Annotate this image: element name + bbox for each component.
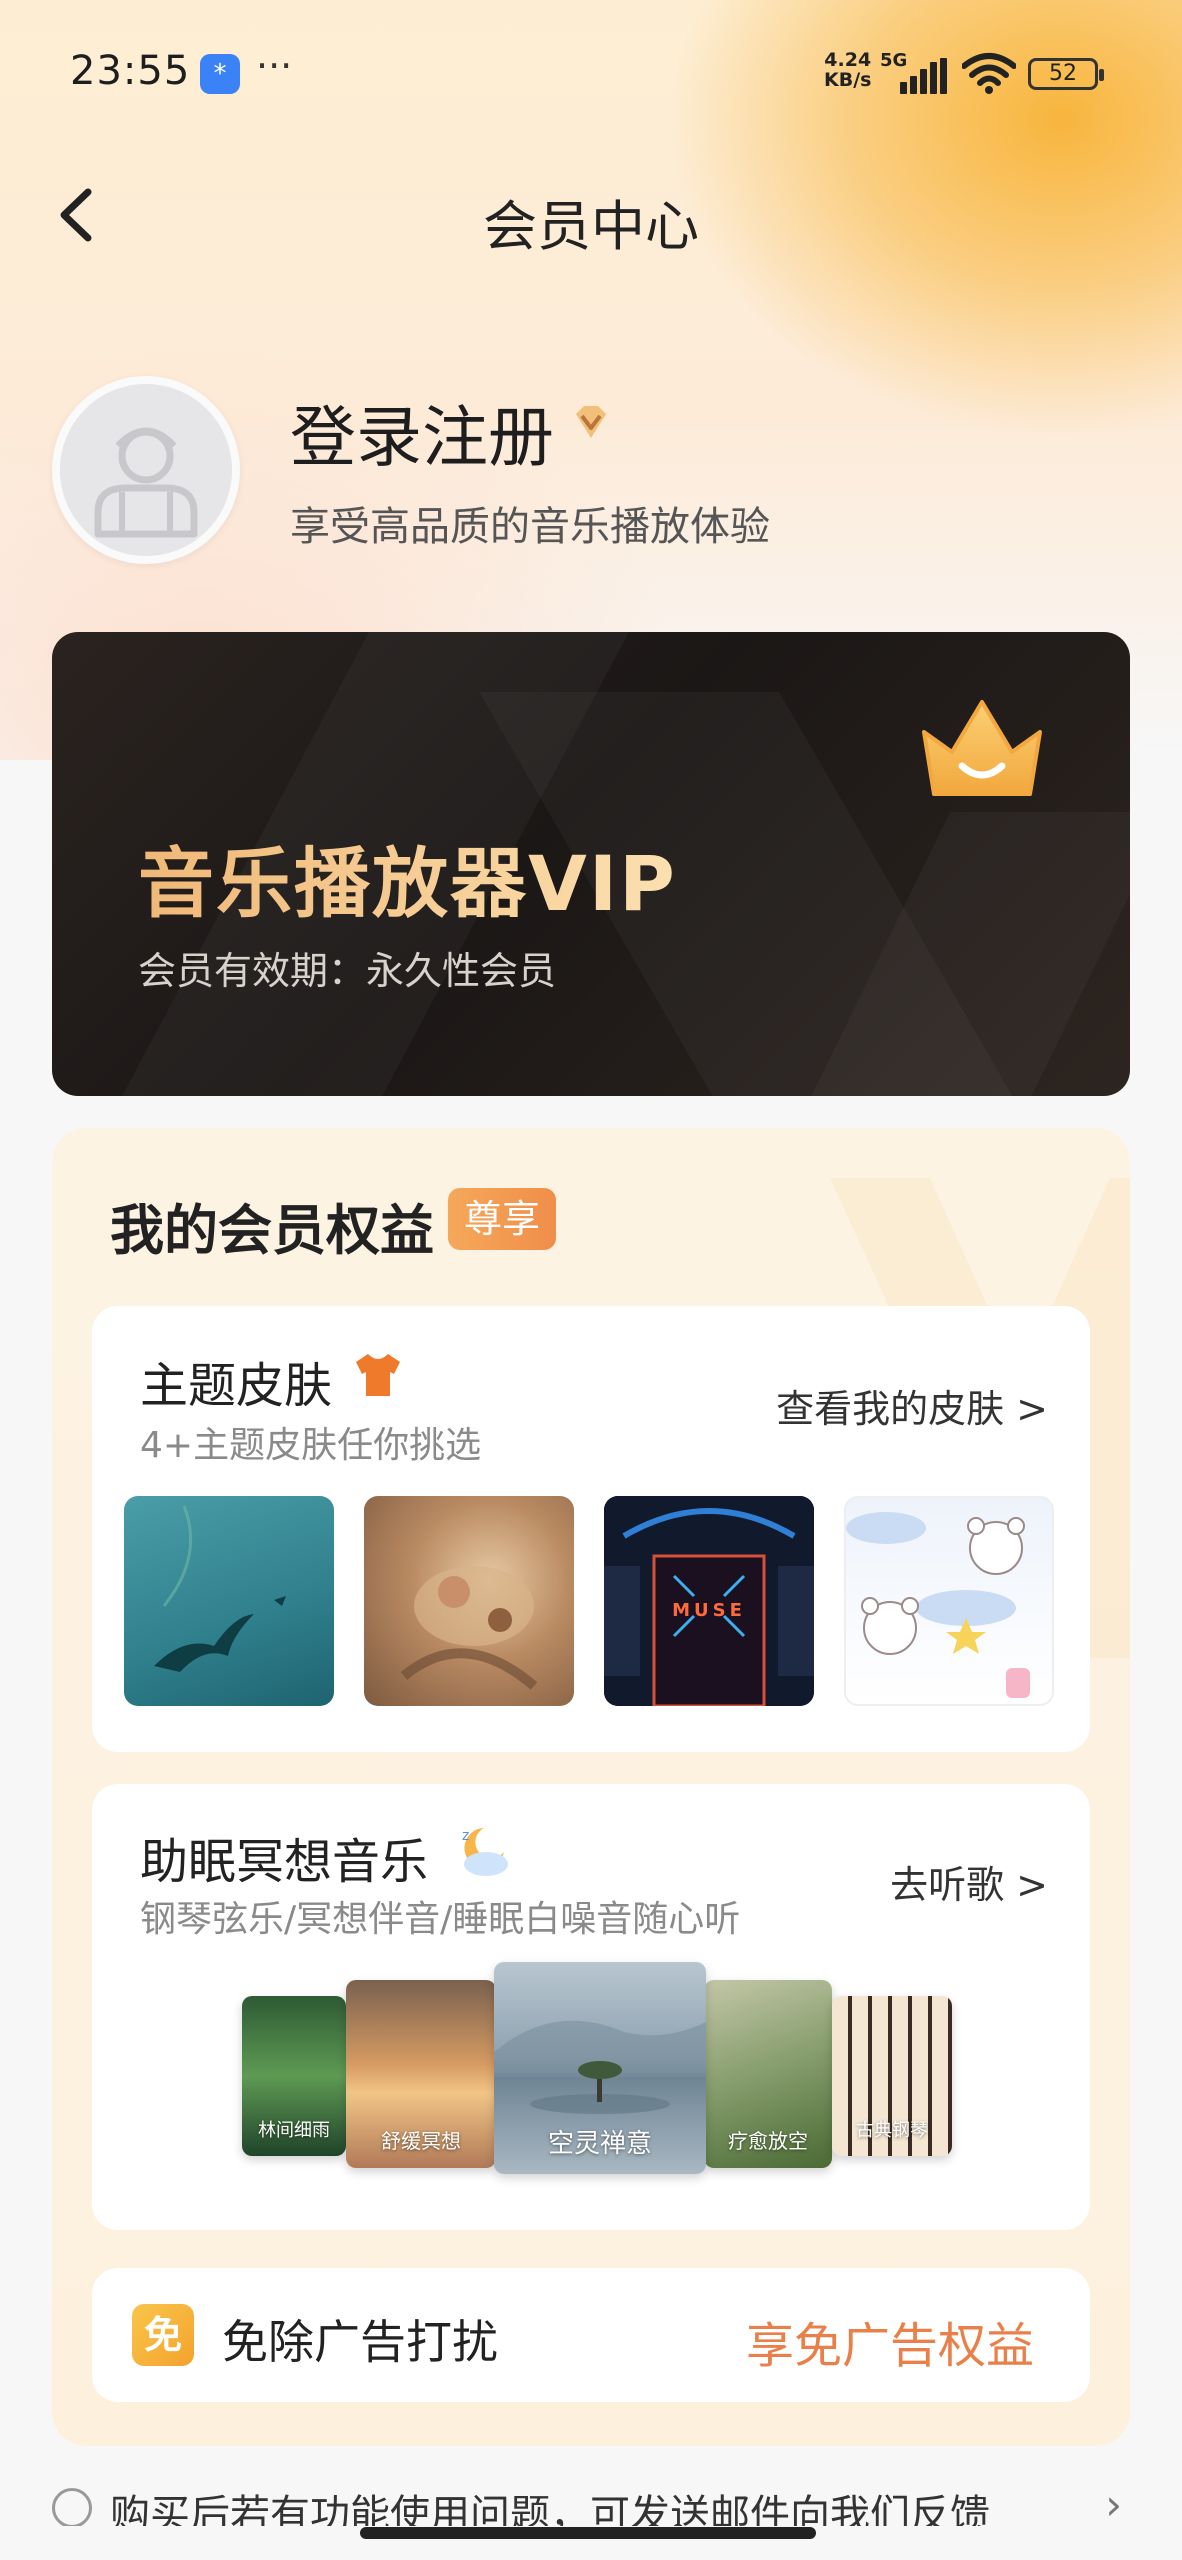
avatar[interactable] — [52, 376, 240, 564]
go-listen-link[interactable]: 去听歌 > — [890, 1854, 1048, 1909]
view-my-skins-link[interactable]: 查看我的皮肤 > — [776, 1378, 1048, 1433]
cover-healing-relax-label: 疗愈放空 — [728, 2129, 808, 2153]
cover-forest-rain[interactable]: 林间细雨 — [242, 1996, 346, 2156]
skin-thumb-bears[interactable] — [844, 1496, 1054, 1706]
ad-free-row[interactable]: 免 免除广告打扰 享免广告权益 — [92, 2268, 1090, 2402]
network-speed-unit: KB/s — [824, 69, 872, 91]
cover-classic-piano-label: 古典钢琴 — [856, 2120, 928, 2141]
cover-soothing-meditation[interactable]: 舒缓冥想 — [346, 1980, 496, 2168]
nav-bar: 会员中心 — [0, 170, 1182, 260]
user-placeholder-icon — [60, 384, 232, 556]
cover-soothing-meditation-label: 舒缓冥想 — [381, 2129, 461, 2153]
tshirt-icon — [356, 1354, 400, 1396]
cover-ethereal-zen[interactable]: 空灵禅意 — [494, 1962, 706, 2174]
battery-icon: 52 — [1028, 58, 1104, 90]
benefits-title: 我的会员权益 — [110, 1199, 434, 1262]
diamond-icon — [576, 406, 606, 438]
cover-ethereal-zen-label: 空灵禅意 — [547, 2129, 652, 2159]
bears-image — [846, 1512, 1030, 1698]
network-speed-value: 4.24 — [824, 49, 872, 71]
theme-skins-subtitle: 4+主题皮肤任你挑选 — [140, 1425, 482, 1466]
swallow-image — [154, 1505, 286, 1672]
muse-text: MUSE — [672, 1600, 746, 1621]
sleep-music-title: 助眠冥想音乐 — [140, 1834, 429, 1890]
ad-free-label: 免除广告打扰 — [222, 2315, 498, 2369]
profile-subtitle: 享受高品质的音乐播放体验 — [290, 504, 770, 550]
theme-skins-title: 主题皮肤 — [140, 1358, 333, 1414]
premium-badge: 尊享 — [448, 1188, 557, 1250]
info-icon — [52, 2488, 92, 2526]
moon-cloud-icon: z — [462, 1828, 508, 1876]
feedback-tip[interactable]: 购买后若有功能使用问题，可发送邮件向我们反馈 › — [52, 2476, 1130, 2526]
sleep-music-subtitle: 钢琴弦乐/冥想伴音/睡眠白噪音随心听 — [140, 1899, 741, 1940]
skin-thumb-painting[interactable] — [364, 1496, 574, 1706]
skin-thumb-swallow[interactable] — [124, 1496, 334, 1706]
login-register-link[interactable]: 登录注册 — [290, 384, 554, 480]
cover-forest-rain-label: 林间细雨 — [258, 2120, 330, 2141]
status-bar: 23:55 * ··· 4.24 KB/s 5G 52 — [0, 0, 1182, 150]
crown-icon — [922, 700, 1042, 796]
classical-painting-image — [400, 1566, 538, 1690]
page-title: 会员中心 — [483, 195, 699, 258]
vip-card: 音乐播放器VIP 会员有效期：永久性会员 — [52, 632, 1130, 1096]
cover-healing-relax[interactable]: 疗愈放空 — [704, 1980, 832, 2168]
network-speed: 4.24 KB/s — [824, 50, 871, 90]
vip-expiry: 会员有效期：永久性会员 — [138, 949, 557, 993]
benefits-panel: 我的会员权益 尊享 主题皮肤 4+主题皮肤任你挑选 查看我的皮肤 > MUSE … — [52, 1128, 1130, 2446]
ad-free-icon: 免 — [132, 2304, 194, 2366]
chevron-right-icon: › — [1105, 2480, 1122, 2526]
vip-title: 音乐播放器VIP — [138, 822, 677, 932]
signal-icon — [900, 58, 948, 94]
home-indicator[interactable] — [360, 2527, 816, 2539]
notification-app-icon: * — [200, 54, 240, 94]
wifi-icon — [962, 53, 1016, 94]
status-time: 23:55 — [70, 48, 191, 94]
feedback-tip-text: 购买后若有功能使用问题，可发送邮件向我们反馈 — [110, 2492, 990, 2526]
more-notifications-icon: ··· — [256, 44, 293, 88]
ad-free-benefit-link[interactable]: 享免广告权益 — [746, 2306, 1034, 2376]
skin-thumb-muse[interactable]: MUSE — [604, 1496, 814, 1706]
cover-classic-piano[interactable]: 古典钢琴 — [832, 1996, 952, 2156]
sleep-music-card: 助眠冥想音乐 z 钢琴弦乐/冥想伴音/睡眠白噪音随心听 去听歌 > 林间细雨 舒… — [92, 1784, 1090, 2230]
theme-skins-card: 主题皮肤 4+主题皮肤任你挑选 查看我的皮肤 > MUSE — [92, 1306, 1090, 1752]
svg-text:z: z — [462, 1828, 469, 1844]
